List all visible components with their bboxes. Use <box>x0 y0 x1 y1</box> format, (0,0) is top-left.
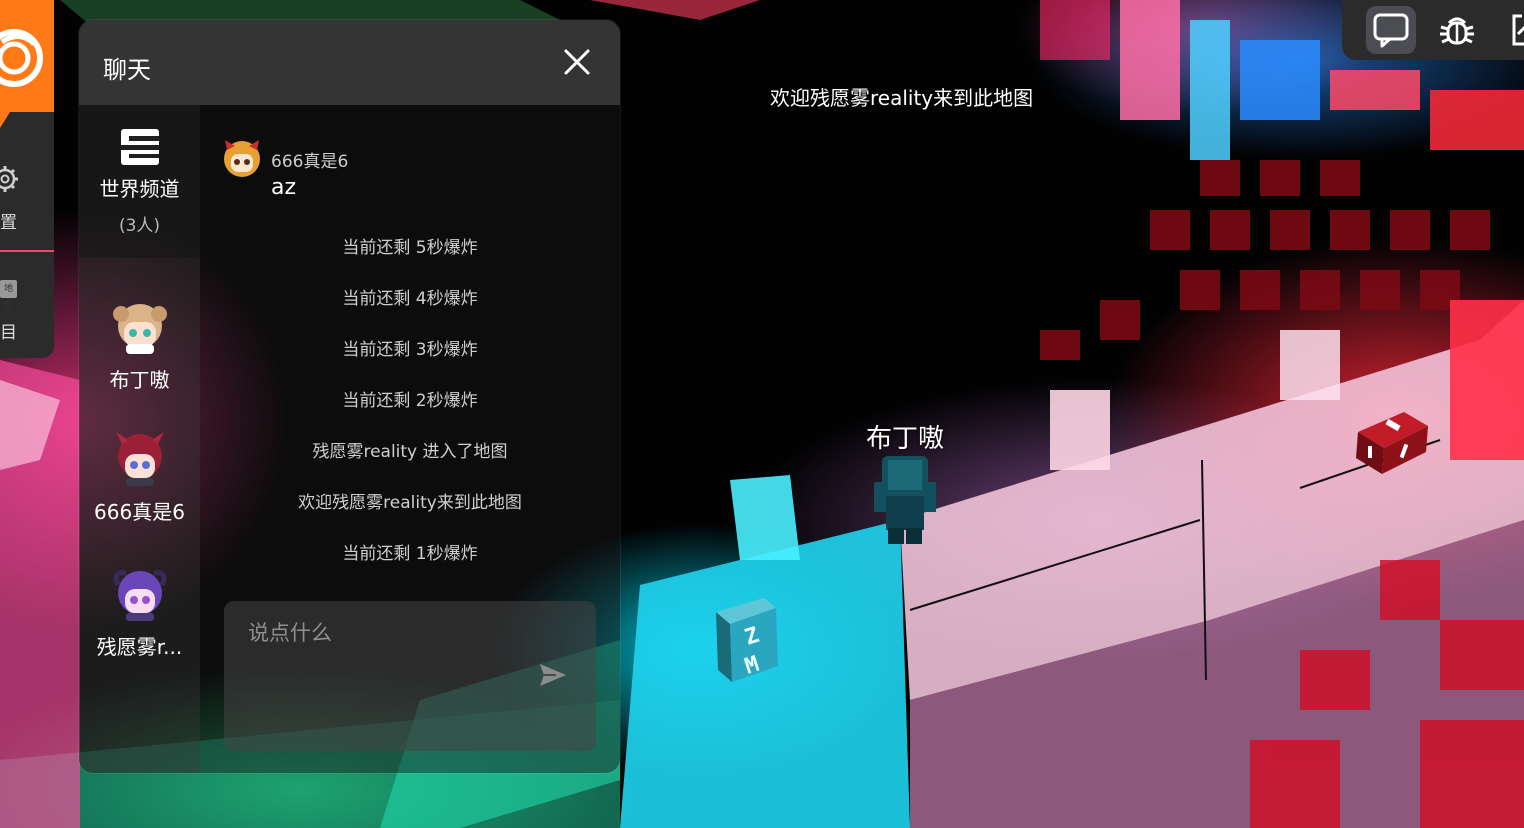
chat-toggle-button[interactable] <box>1366 6 1416 54</box>
user-name: 残愿雾r... <box>96 635 183 659</box>
chat-header: 聊天 <box>79 20 620 105</box>
system-message: 当前还剩 3秒爆炸 <box>342 340 478 360</box>
map-badge: 地图 <box>0 280 17 312</box>
avatar <box>116 432 164 486</box>
logo-icon <box>0 29 43 87</box>
avatar <box>113 570 167 621</box>
menu-divider <box>0 250 54 252</box>
top-toolbar <box>1342 0 1524 60</box>
system-message: 当前还剩 5秒爆炸 <box>342 238 478 258</box>
chat-title: 聊天 <box>103 56 151 84</box>
player-character[interactable] <box>870 452 940 544</box>
user-name: 666真是6 <box>94 500 185 524</box>
left-menu: 置 地图 目 <box>0 0 54 358</box>
bug-icon <box>1440 17 1474 45</box>
user-item[interactable]: 布丁嗷 <box>79 300 200 420</box>
welcome-banner: 欢迎残愿雾reality来到此地图 <box>770 86 1034 110</box>
block-sign: Z M <box>716 598 778 682</box>
system-message: 残愿雾reality 进入了地图 <box>312 442 508 462</box>
system-message: 当前还剩 1秒爆炸 <box>342 544 478 564</box>
send-icon[interactable] <box>538 660 568 690</box>
settings-label[interactable]: 置 <box>0 208 17 233</box>
chat-sidebar: 世界频道 (3人) 布丁嗷 666真是6 残愿雾r... <box>79 105 200 773</box>
user-name: 布丁嗷 <box>109 368 170 392</box>
message-author: 666真是6 <box>271 152 349 172</box>
system-message: 当前还剩 4秒爆炸 <box>342 289 478 309</box>
system-message: 当前还剩 2秒爆炸 <box>342 391 478 411</box>
debug-button[interactable] <box>1432 6 1482 54</box>
avatar <box>113 304 167 354</box>
system-message: 欢迎残愿雾reality来到此地图 <box>298 493 522 513</box>
user-item[interactable]: 666真是6 <box>79 432 200 552</box>
channel-name: 世界频道 <box>99 177 180 201</box>
world-channel-icon <box>121 129 159 165</box>
user-item[interactable]: 残愿雾r... <box>79 567 200 687</box>
message-text: az <box>271 175 297 200</box>
channel-world[interactable]: 世界频道 (3人) <box>79 105 200 258</box>
message-list[interactable]: 666真是6 az 当前还剩 5秒爆炸 当前还剩 4秒爆炸 当前还剩 3秒爆炸 … <box>200 105 620 595</box>
channel-count: (3人) <box>118 216 161 236</box>
fullscreen-icon <box>1512 14 1524 46</box>
gear-icon[interactable] <box>0 164 20 194</box>
app-logo[interactable] <box>0 0 54 112</box>
close-icon[interactable] <box>563 48 591 76</box>
dice-block <box>1356 412 1428 474</box>
menu-item-label[interactable]: 目 <box>0 318 17 343</box>
fullscreen-button[interactable] <box>1494 6 1524 54</box>
avatar <box>224 140 260 177</box>
chat-bubble-icon <box>1373 13 1409 48</box>
player-nametag: 布丁嗷 <box>866 424 945 454</box>
logo-tail <box>0 112 10 128</box>
